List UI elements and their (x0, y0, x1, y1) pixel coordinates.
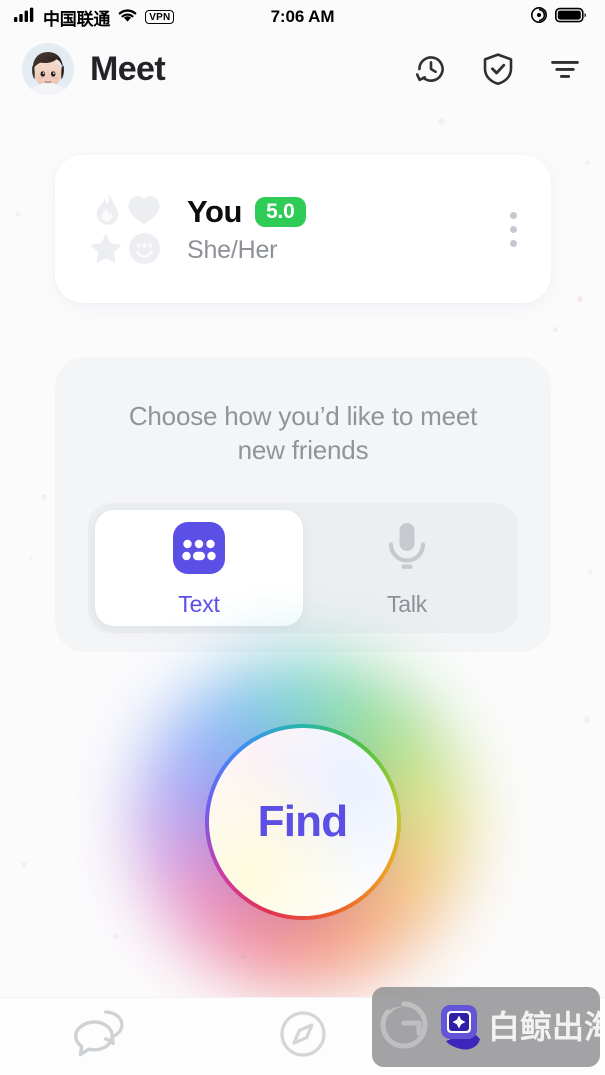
filter-icon[interactable] (547, 51, 583, 87)
microphone-icon (380, 519, 434, 582)
status-bar-time: 7:06 AM (270, 7, 335, 26)
nav-item-chats[interactable] (0, 998, 202, 1075)
mode-tab-talk[interactable]: Talk (303, 510, 511, 626)
mode-tab-text[interactable]: Text (95, 510, 303, 626)
choose-mode-panel: Choose how you’d like to meet new friend… (55, 357, 551, 652)
whale-logo-icon (376, 997, 432, 1058)
find-button-label: Find (257, 797, 348, 846)
user-avatar[interactable] (22, 43, 74, 95)
watermark-text: 白鲸出海 (488, 1009, 600, 1045)
app-mark-icon (436, 997, 486, 1058)
find-button-ring: Find (204, 724, 401, 920)
profile-text-block: You 5.0 She/Her (187, 194, 306, 265)
app-header: Meet (0, 34, 605, 104)
profile-badge-grid (87, 191, 163, 267)
kebab-menu-icon[interactable] (502, 204, 525, 255)
status-bar: 中国联通 VPN 7:06 AM (0, 0, 605, 34)
profile-name-row: You 5.0 (187, 194, 306, 230)
find-button[interactable]: Find (208, 728, 397, 916)
mode-tab-talk-label: Talk (386, 590, 428, 617)
smiley-icon (128, 232, 161, 265)
history-icon[interactable] (413, 51, 449, 87)
profile-name: You (187, 193, 243, 229)
flame-icon (90, 193, 122, 227)
heart-icon (127, 194, 161, 226)
compass-icon (275, 1006, 331, 1067)
profile-card[interactable]: You 5.0 She/Her (55, 155, 551, 303)
watermark-overlay: 白鲸出海 (372, 987, 600, 1067)
rating-badge: 5.0 (255, 196, 306, 227)
keyboard-icon (170, 519, 228, 582)
mode-tab-text-label: Text (178, 590, 220, 617)
shield-check-icon[interactable] (480, 51, 516, 87)
choose-mode-title: Choose how you’d like to meet new friend… (128, 401, 478, 465)
chat-bubbles-icon (70, 1006, 132, 1067)
header-actions (413, 51, 583, 87)
find-button-wrapper: Find (137, 657, 468, 987)
star-icon (89, 232, 123, 265)
profile-pronouns: She/Her (187, 235, 278, 264)
page-title: Meet (90, 49, 166, 88)
mode-switch: Text Talk (88, 503, 518, 633)
